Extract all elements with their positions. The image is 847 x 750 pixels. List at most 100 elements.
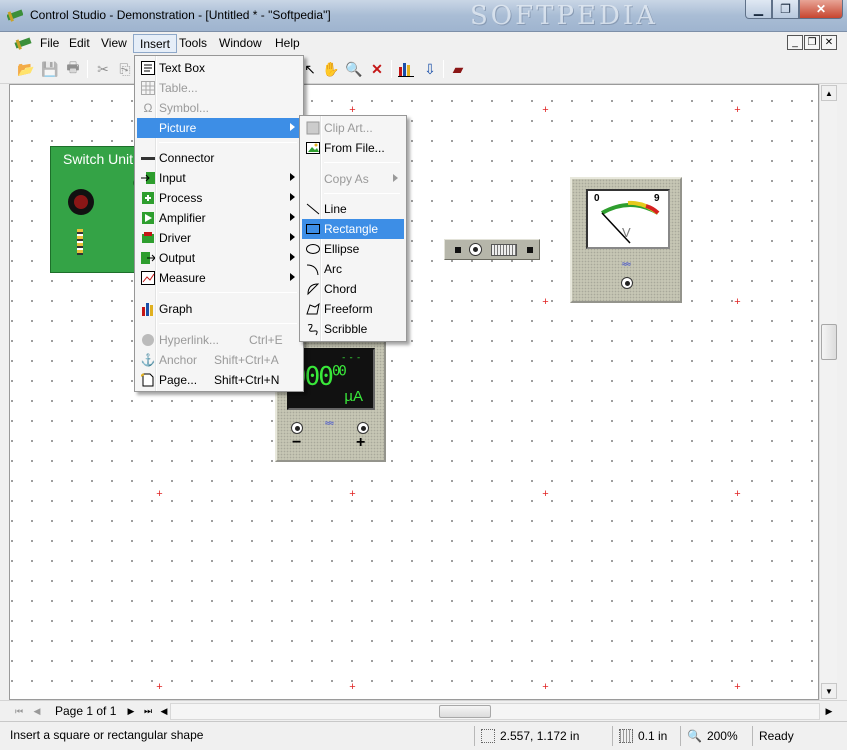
menu-item-process[interactable]: Process: [137, 188, 301, 208]
menu-item-symbol[interactable]: Ω Symbol...: [137, 98, 301, 118]
menu-item-input[interactable]: Input: [137, 168, 301, 188]
copy-icon[interactable]: ⎘: [115, 59, 135, 79]
minimize-button[interactable]: ▁: [745, 0, 772, 19]
grid-marker: +: [349, 681, 356, 693]
menu-item-output[interactable]: Output: [137, 248, 301, 268]
menu-item-copy-as[interactable]: Copy As: [302, 169, 404, 189]
menu-item-line[interactable]: Line: [302, 199, 404, 219]
menu-item-chord[interactable]: Chord: [302, 279, 404, 299]
horizontal-scroll-thumb[interactable]: [439, 705, 491, 718]
scroll-up-icon[interactable]: ▲: [821, 85, 837, 101]
page-label: Page 1 of 1: [55, 704, 117, 718]
grid-marker: +: [734, 681, 741, 693]
push-button[interactable]: [68, 189, 94, 215]
delete-icon[interactable]: ✕: [367, 59, 387, 79]
menu-item-freeform[interactable]: Freeform: [302, 299, 404, 319]
slider-instrument[interactable]: [444, 239, 540, 260]
doc-restore-button[interactable]: ❐: [804, 35, 820, 50]
open-icon[interactable]: 📂: [16, 59, 36, 79]
menu-item-page[interactable]: Page... Shift+Ctrl+N: [137, 370, 301, 390]
menu-item-connector[interactable]: Connector: [137, 148, 301, 168]
bar-chart-icon[interactable]: [396, 59, 416, 79]
zoom-icon[interactable]: 🔍: [344, 59, 364, 79]
text-box-icon: [140, 60, 156, 76]
previous-page-icon[interactable]: ◀: [30, 704, 44, 718]
scroll-right-icon[interactable]: ▶: [822, 704, 836, 718]
menu-help[interactable]: Help: [269, 34, 306, 53]
negative-terminal[interactable]: [291, 422, 303, 434]
doc-close-button[interactable]: ✕: [821, 35, 837, 50]
print-icon[interactable]: 🖶: [63, 59, 83, 79]
window-title: Control Studio - Demonstration - [Untitl…: [30, 8, 331, 22]
status-message: Insert a square or rectangular shape: [10, 728, 204, 742]
switch-unit-instrument[interactable]: Switch Unit: [50, 146, 141, 273]
process-icon: [140, 190, 156, 206]
grid-marker: +: [734, 104, 741, 116]
gauge-unit: V: [622, 225, 631, 240]
document-icon[interactable]: [14, 36, 32, 50]
connector-icon: [140, 150, 156, 166]
grid-marker: +: [734, 296, 741, 308]
app-icon: [7, 9, 23, 22]
menu-item-anchor[interactable]: ⚓ Anchor Shift+Ctrl+A: [137, 350, 301, 370]
hand-icon[interactable]: ✋: [321, 59, 341, 79]
menu-edit[interactable]: Edit: [63, 34, 96, 53]
vertical-scroll-thumb[interactable]: [821, 324, 837, 360]
watermark: SOFTPEDIA: [470, 1, 658, 29]
positive-terminal[interactable]: [357, 422, 369, 434]
component-icon[interactable]: ▰: [448, 59, 468, 79]
ellipse-icon: [305, 241, 321, 257]
menu-item-driver[interactable]: Driver: [137, 228, 301, 248]
probe-icon[interactable]: ⇩: [420, 59, 440, 79]
symbol-icon: Ω: [143, 101, 153, 115]
slider-terminal[interactable]: [469, 243, 482, 256]
last-page-icon[interactable]: ⏭: [141, 704, 155, 718]
save-icon[interactable]: 💾: [40, 59, 60, 79]
menu-item-from-file[interactable]: From File...: [302, 138, 404, 158]
menu-item-table[interactable]: Table...: [137, 78, 301, 98]
title-bar: Control Studio - Demonstration - [Untitl…: [0, 0, 847, 32]
menu-item-ellipse[interactable]: Ellipse: [302, 239, 404, 259]
first-page-icon[interactable]: ⏮: [12, 704, 26, 718]
menu-tools[interactable]: Tools: [173, 34, 213, 53]
menu-insert[interactable]: Insert: [133, 34, 178, 53]
menu-item-clip-art[interactable]: Clip Art...: [302, 118, 404, 138]
horizontal-scrollbar[interactable]: [170, 703, 820, 720]
grid-marker: +: [542, 488, 549, 500]
scroll-down-icon[interactable]: ▼: [821, 683, 837, 699]
line-icon: [305, 201, 321, 217]
menu-item-measure[interactable]: Measure: [137, 268, 301, 288]
doc-minimize-button[interactable]: _: [787, 35, 803, 50]
menu-item-hyperlink[interactable]: Hyperlink... Ctrl+E: [137, 330, 301, 350]
page-navigation-bar: ⏮ ◀ Page 1 of 1 ▶ ⏭ ◀ ▶: [0, 700, 847, 721]
close-button[interactable]: ✕: [799, 0, 843, 19]
minus-label: −: [292, 434, 302, 451]
menu-item-scribble[interactable]: Scribble: [302, 319, 404, 339]
slider-knob[interactable]: [491, 244, 517, 256]
menu-item-text-box[interactable]: Text Box: [137, 58, 301, 78]
next-page-icon[interactable]: ▶: [124, 704, 138, 718]
menu-item-picture[interactable]: Picture: [137, 118, 301, 138]
anchor-icon: ⚓: [140, 353, 156, 367]
gauge-terminal[interactable]: [621, 277, 633, 289]
menu-file[interactable]: File: [34, 34, 65, 53]
menu-item-arc[interactable]: Arc: [302, 259, 404, 279]
table-icon: [140, 80, 156, 96]
analog-voltmeter-instrument[interactable]: 0 9 V ≈≈: [570, 177, 682, 303]
meter-unit: µA: [344, 388, 363, 405]
menu-item-graph[interactable]: Graph: [137, 299, 301, 319]
grid-marker: +: [542, 296, 549, 308]
menu-item-amplifier[interactable]: Amplifier: [137, 208, 301, 228]
vertical-scrollbar[interactable]: ▲ ▼: [819, 84, 837, 700]
input-icon: [140, 170, 156, 186]
menu-item-rectangle[interactable]: Rectangle: [302, 219, 404, 239]
scroll-left-icon[interactable]: ◀: [157, 704, 171, 718]
restore-button[interactable]: ❐: [772, 0, 799, 19]
grid-marker: +: [156, 681, 163, 693]
meter-wave-icon: ≈≈: [325, 418, 334, 428]
menu-view[interactable]: View: [95, 34, 133, 53]
cut-icon[interactable]: ✂: [93, 59, 113, 79]
menu-window[interactable]: Window: [213, 34, 268, 53]
status-state: Ready: [752, 726, 842, 746]
resistor-icon: [77, 229, 83, 255]
